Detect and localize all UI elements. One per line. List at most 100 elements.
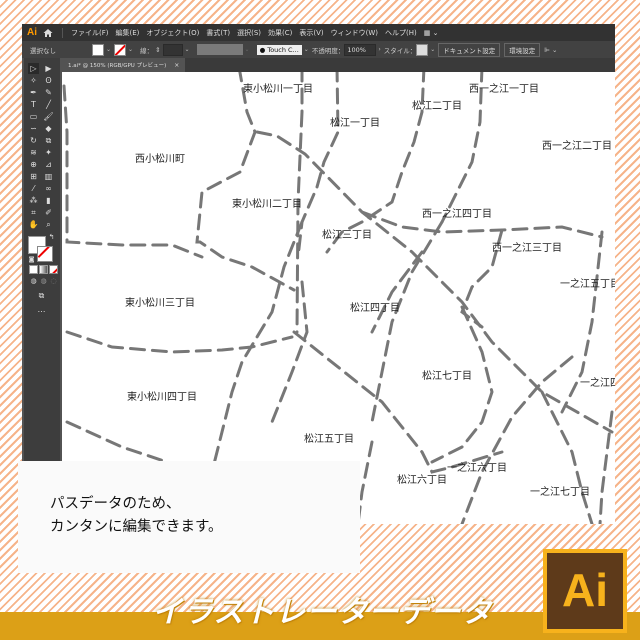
stroke-weight-input[interactable]	[162, 43, 183, 56]
fill-swatch[interactable]	[92, 43, 104, 56]
district-label: 西一之江三丁目	[492, 243, 562, 254]
promo-line-1: パスデータのため、	[50, 496, 181, 512]
style-swatch[interactable]	[416, 43, 429, 56]
opacity-label: 不透明度：	[311, 46, 345, 55]
district-label: 松江一丁目	[330, 118, 380, 129]
district-label: 東小松川二丁目	[232, 199, 302, 210]
menu-help[interactable]: ヘルプ(H)	[385, 28, 417, 38]
chevron-down-icon[interactable]: ⌄	[185, 46, 190, 53]
default-colors-icon[interactable]: ◙	[26, 254, 37, 265]
lasso-icon[interactable]: ʘ	[43, 75, 54, 86]
brush-name: Touch C...	[267, 45, 299, 54]
document-setup-button[interactable]: ドキュメント設定	[438, 42, 501, 57]
district-label: 東小松川一丁目	[243, 84, 313, 95]
more-tools-icon[interactable]: …	[36, 304, 47, 315]
menu-view[interactable]: 表示(V)	[299, 28, 323, 38]
curvature-tool-icon[interactable]: ✎	[43, 87, 54, 98]
boundary-line	[62, 84, 204, 259]
perspective-grid-icon[interactable]: ⊿	[43, 159, 54, 170]
boundary-line	[325, 72, 426, 254]
paintbrush-icon[interactable]: 🖌	[43, 111, 54, 122]
workspace-switcher[interactable]: ▦ ⌄	[424, 29, 439, 37]
blend-tool-icon[interactable]: ∞	[43, 183, 54, 194]
mesh-tool-icon[interactable]: ⊞	[28, 171, 39, 182]
gradient-mode-icon[interactable]	[39, 265, 48, 274]
none-mode-icon[interactable]	[49, 265, 58, 274]
direct-selection-tool-icon[interactable]: ▶	[43, 63, 54, 74]
menu-select[interactable]: 選択(S)	[237, 28, 261, 38]
boundary-line	[195, 72, 296, 292]
district-label: 松江二丁目	[412, 101, 462, 112]
illustrator-window: Ai ファイル(F) 編集(E) オブジェクト(O) 書式(T) 選択(S) 効…	[22, 24, 615, 524]
district-label: 東小松川四丁目	[127, 392, 197, 403]
rectangle-tool-icon[interactable]: ▭	[28, 111, 39, 122]
pen-tool-icon[interactable]: ✒	[28, 87, 39, 98]
district-label: 一之江四丁	[580, 378, 615, 389]
badge-text: Ai	[562, 564, 608, 616]
swap-colors-icon[interactable]: ↰	[46, 232, 57, 243]
stroke-color-swatch[interactable]	[37, 246, 53, 262]
slice-tool-icon[interactable]: ✐	[43, 207, 54, 218]
close-icon[interactable]: ×	[174, 62, 179, 69]
zoom-tool-icon[interactable]: ⌕	[43, 219, 54, 230]
district-label: 松江三丁目	[322, 230, 372, 241]
banner-title: イラストレーターデータ	[152, 595, 493, 630]
scale-tool-icon[interactable]: ⧉	[43, 135, 54, 146]
selection-tool-icon[interactable]: ▷	[28, 63, 39, 74]
opacity-input[interactable]: 100%	[344, 43, 377, 56]
boundary-line	[430, 305, 494, 464]
district-label: 西一之江一丁目	[469, 84, 539, 95]
promo-note-box: パスデータのため、 カンタンに編集できます。	[18, 461, 360, 573]
variable-width-profile[interactable]	[196, 44, 243, 55]
document-tab[interactable]: 1.ai* @ 150% (RGB/GPU プレビュー) ×	[62, 58, 186, 72]
align-icon[interactable]: ⊫ ⌄	[544, 46, 557, 54]
menu-edit[interactable]: 編集(E)	[116, 28, 140, 38]
menu-effect[interactable]: 効果(C)	[268, 28, 292, 38]
stroke-swatch[interactable]	[114, 43, 127, 56]
district-label: 西一之江二丁目	[542, 141, 612, 152]
promo-line-2: カンタンに編集できます。	[50, 519, 223, 535]
brush-select[interactable]: ● Touch C...	[256, 44, 302, 55]
chevron-down-icon[interactable]: ⌄	[304, 46, 309, 53]
stroke-label: 線：	[140, 46, 154, 55]
rotate-tool-icon[interactable]: ↻	[28, 135, 39, 146]
preferences-button[interactable]: 環境設定	[504, 42, 541, 57]
chevron-right-icon[interactable]: ›	[378, 46, 380, 53]
menu-bar: Ai ファイル(F) 編集(E) オブジェクト(O) 書式(T) 選択(S) 効…	[22, 24, 615, 41]
menu-object[interactable]: オブジェクト(O)	[146, 28, 199, 38]
eraser-icon[interactable]: ◆	[43, 123, 54, 134]
shaper-tool-icon[interactable]: ∽	[28, 123, 39, 134]
menu-type[interactable]: 書式(T)	[206, 28, 230, 38]
chevron-down-icon[interactable]: ⌄	[430, 46, 435, 53]
gradient-tool-icon[interactable]: ▥	[43, 171, 54, 182]
control-bar: 選択なし ⌄ ⌄ 線： ⇕ ⌄ ⌄ ● Touch C... ⌄ 不透明度： 1…	[22, 41, 615, 58]
eyedropper-icon[interactable]: ⁄	[28, 183, 39, 194]
graph-tool-icon[interactable]: ▮	[43, 195, 54, 206]
chevron-down-icon[interactable]: ⌄	[128, 46, 133, 53]
home-icon[interactable]	[43, 28, 53, 38]
symbol-sprayer-icon[interactable]: ⁂	[28, 195, 39, 206]
boundary-line	[292, 330, 504, 474]
magic-wand-icon[interactable]: ✧	[28, 75, 39, 86]
type-tool-icon[interactable]: T	[28, 99, 39, 110]
menu-window[interactable]: ウィンドウ(W)	[331, 28, 378, 38]
district-label: 松江五丁目	[304, 434, 354, 445]
warp-tool-icon[interactable]: ≋	[28, 147, 39, 158]
line-tool-icon[interactable]: ╱	[43, 99, 54, 110]
shape-builder-icon[interactable]: ⊕	[28, 159, 39, 170]
artboard-canvas[interactable]: 東小松川一丁目西小松川町松江一丁目松江二丁目西一之江一丁目西一之江二丁目一之東小…	[62, 72, 615, 524]
tools-panel: ▷ ▶ ✧ ʘ ✒ ✎ T ╱ ▭ 🖌 ∽ ◆ ↻ ⧉ ≋ ✦ ⊕ ⊿ ⊞ ▥ …	[24, 58, 60, 524]
color-mode-icon[interactable]	[29, 265, 38, 274]
boundary-line	[370, 220, 444, 424]
hand-tool-icon[interactable]: ✋	[28, 219, 39, 230]
chevron-down-icon[interactable]: ⌄	[106, 46, 111, 53]
stepper-icon[interactable]: ⇕	[155, 46, 160, 54]
artboard-tool-icon[interactable]: ⌗	[28, 207, 39, 218]
boundary-line	[210, 220, 304, 474]
menu-file[interactable]: ファイル(F)	[71, 28, 109, 38]
screen-mode-icon[interactable]: ⧉	[36, 290, 47, 301]
district-label: 一之江五丁目	[560, 279, 615, 290]
style-label: スタイル：	[383, 46, 417, 55]
puppet-warp-icon[interactable]: ✦	[43, 147, 54, 158]
draw-inside-icon[interactable]: ◌	[48, 276, 59, 287]
